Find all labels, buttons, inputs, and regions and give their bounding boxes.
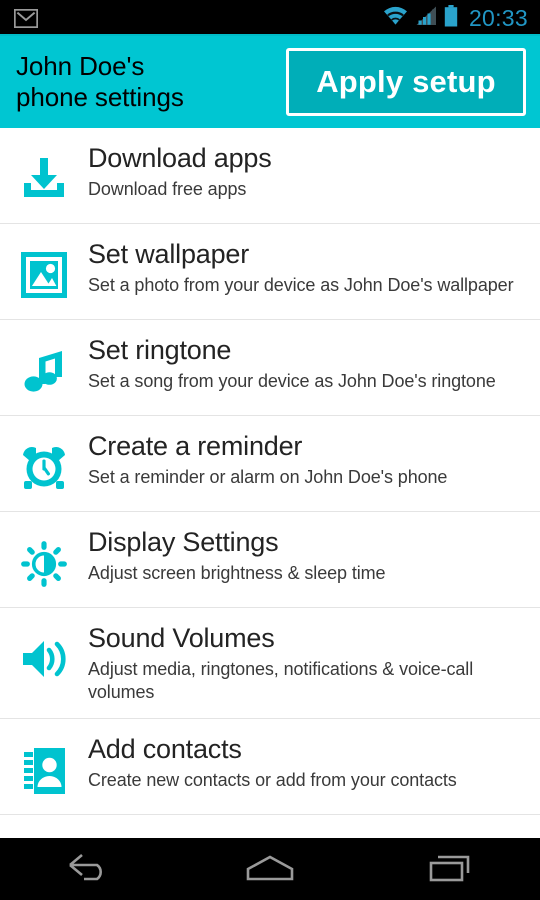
- settings-row[interactable]: Display Settings Adjust screen brightness…: [0, 512, 540, 608]
- settings-row-title: Download apps: [88, 143, 272, 173]
- settings-row-title: Create a reminder: [88, 431, 303, 461]
- settings-row-subtitle: Adjust media, ringtones, notifications &…: [88, 658, 474, 702]
- back-icon: [64, 851, 116, 888]
- settings-row-text: Add contacts Create new contacts or add f…: [88, 733, 524, 792]
- settings-list: Download apps Download free apps Set wallp…: [0, 128, 540, 815]
- gmail-icon: [14, 8, 38, 28]
- settings-row-text: Download apps Download free apps: [88, 142, 524, 201]
- settings-row[interactable]: Set wallpaper Set a photo from your devic…: [0, 224, 540, 320]
- settings-row-subtitle: Set a photo from your device as John Doe…: [88, 274, 514, 295]
- settings-row[interactable]: Add contacts Create new contacts or add f…: [0, 719, 540, 815]
- image-icon: [0, 238, 88, 298]
- settings-row-text: Set ringtone Set a song from your device …: [88, 334, 524, 393]
- settings-row-subtitle: Set a reminder or alarm on John Doe's ph…: [88, 466, 448, 487]
- download-icon: [0, 142, 88, 202]
- alarm-clock-icon: [0, 430, 88, 490]
- battery-icon: [444, 4, 458, 32]
- status-bar: 20:33: [0, 0, 540, 36]
- status-bar-clock: 20:33: [468, 4, 528, 31]
- settings-row-subtitle: Download free apps: [88, 178, 247, 199]
- brightness-icon: [0, 526, 88, 588]
- apply-setup-button[interactable]: Apply setup: [286, 48, 526, 116]
- recent-apps-button[interactable]: [390, 838, 510, 900]
- settings-row-title: Sound Volumes: [88, 623, 275, 653]
- back-button[interactable]: [30, 838, 150, 900]
- settings-scroll-area[interactable]: Download apps Download free apps Set wallp…: [0, 128, 540, 838]
- home-button[interactable]: [210, 838, 330, 900]
- settings-row-text: Display Settings Adjust screen brightness…: [88, 526, 524, 585]
- home-icon: [246, 855, 294, 881]
- settings-row-subtitle: Set a song from your device as John Doe'…: [88, 370, 496, 391]
- settings-row-text: Set wallpaper Set a photo from your devic…: [88, 238, 524, 297]
- contacts-book-icon: [0, 733, 88, 795]
- settings-row[interactable]: Download apps Download free apps: [0, 128, 540, 224]
- system-navigation-bar: [0, 838, 540, 900]
- settings-row[interactable]: Set ringtone Set a song from your device …: [0, 320, 540, 416]
- music-note-icon: [0, 334, 88, 396]
- settings-row-title: Set wallpaper: [88, 239, 249, 269]
- cellular-signal-icon: [416, 5, 437, 31]
- settings-row-title: Display Settings: [88, 527, 279, 557]
- wifi-icon: [382, 5, 409, 31]
- settings-row[interactable]: Sound Volumes Adjust media, ringtones, no…: [0, 608, 540, 719]
- app-header: John Doe's phone settings Apply setup: [0, 36, 540, 128]
- phone-screen: 20:33 John Doe's phone settings Apply se…: [0, 0, 540, 900]
- page-title: John Doe's phone settings: [16, 51, 184, 112]
- settings-row-title: Set ringtone: [88, 335, 232, 365]
- settings-row-subtitle: Create new contacts or add from your con…: [88, 769, 457, 790]
- recent-apps-icon: [429, 855, 470, 882]
- status-bar-notifications: [14, 8, 382, 28]
- settings-row-text: Create a reminder Set a reminder or alarm…: [88, 430, 524, 489]
- settings-row[interactable]: Create a reminder Set a reminder or alarm…: [0, 416, 540, 512]
- settings-row-title: Add contacts: [88, 734, 242, 764]
- settings-row-subtitle: Adjust screen brightness & sleep time: [88, 562, 386, 583]
- settings-row-text: Sound Volumes Adjust media, ringtones, no…: [88, 622, 524, 704]
- status-bar-indicators: 20:33: [382, 4, 528, 32]
- speaker-volume-icon: [0, 622, 88, 682]
